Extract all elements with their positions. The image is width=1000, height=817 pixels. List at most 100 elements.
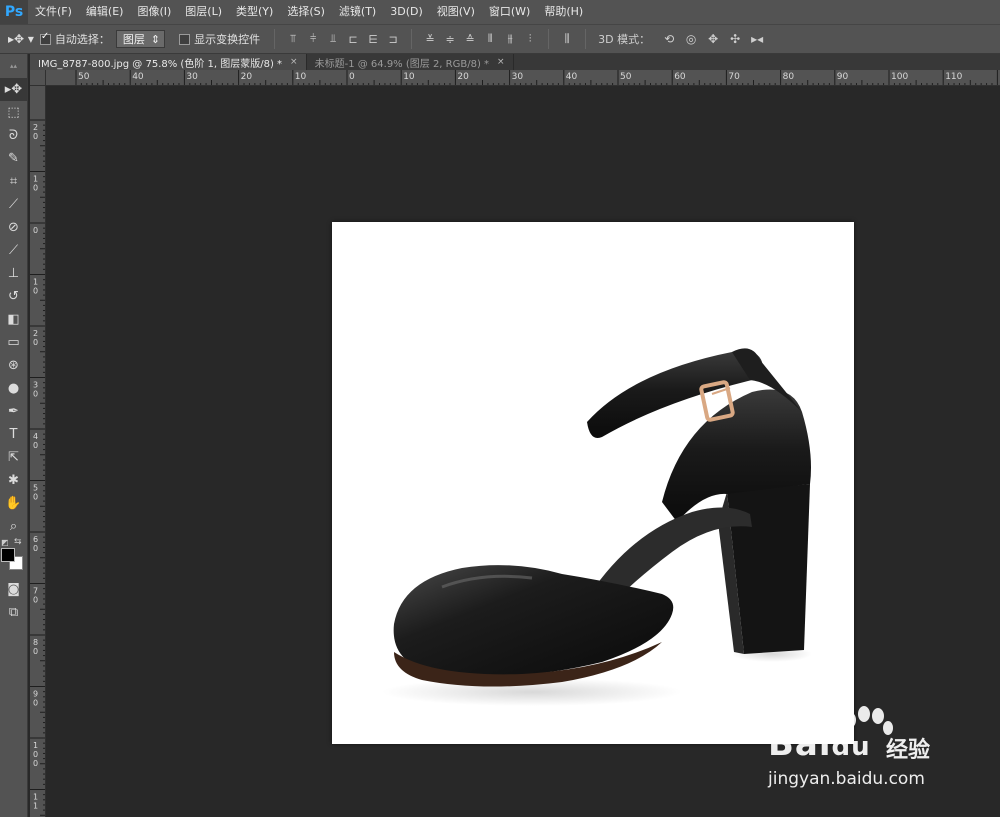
- show-transform-checkbox[interactable]: 显示变换控件: [179, 31, 260, 47]
- ruler-label: 0: [33, 493, 38, 502]
- ruler-label: 100: [891, 72, 908, 82]
- auto-select-target-value: 图层: [122, 33, 145, 46]
- separator: [274, 29, 276, 49]
- ruler-label: 20: [457, 72, 469, 82]
- ruler-label: 9: [33, 690, 38, 699]
- history-brush-icon[interactable]: ↺: [0, 285, 27, 308]
- distribute-top-edges-icon[interactable]: ≚: [421, 30, 439, 48]
- tool-preset-picker[interactable]: ▸✥ ▾: [8, 32, 34, 46]
- watermark-url: jingyan.baidu.com: [768, 769, 925, 789]
- default-colors-icon[interactable]: ◩: [1, 538, 9, 547]
- ruler-label: 1: [33, 278, 38, 287]
- align-right-edges-icon[interactable]: ⊐: [384, 30, 402, 48]
- menu-file[interactable]: 文件(F): [28, 0, 79, 24]
- distribute-left-edges-icon[interactable]: ⫴: [481, 30, 499, 48]
- ruler-label: 0: [33, 132, 38, 141]
- brush-tool-icon[interactable]: ⟋: [0, 239, 27, 262]
- distribute-horizontal-centers-icon[interactable]: ⫵: [501, 30, 519, 48]
- photoshop-logo[interactable]: Ps: [0, 0, 28, 24]
- ruler-label: 1: [33, 802, 38, 811]
- screen-mode-icon[interactable]: ⧉: [0, 601, 27, 624]
- 3d-scale-icon[interactable]: ▸◂: [746, 29, 768, 49]
- spot-healing-brush-icon[interactable]: ⊘: [0, 216, 27, 239]
- custom-shape-tool-icon[interactable]: ✱: [0, 469, 27, 492]
- ruler-label: 3: [33, 381, 38, 390]
- align-bottom-edges-icon[interactable]: ⫫: [324, 30, 342, 48]
- ruler-label: 110: [945, 72, 962, 82]
- crop-tool-icon[interactable]: ⌗: [0, 170, 27, 193]
- auto-select-label: 自动选择：: [54, 33, 110, 46]
- distribute-vertical-centers-icon[interactable]: ≑: [441, 30, 459, 48]
- distribute-bottom-edges-icon[interactable]: ≙: [461, 30, 479, 48]
- horizontal-ruler-ticks: 50403020100102030405060708090100110120: [75, 70, 1000, 85]
- vertical-ruler[interactable]: 2010010203040506070809010011: [30, 86, 46, 817]
- ruler-label: 0: [33, 759, 38, 768]
- panel-grip-icon[interactable]: ▴▴: [0, 54, 27, 78]
- tab-label: 未标题-1 @ 64.9% (图层 2, RGB/8) *: [314, 58, 490, 70]
- ruler-label: 0: [33, 647, 38, 656]
- gradient-tool-icon[interactable]: ▭: [0, 331, 27, 354]
- menu-help[interactable]: 帮助(H): [537, 0, 590, 24]
- blur-tool-icon[interactable]: ⊛: [0, 354, 27, 377]
- hand-tool-icon[interactable]: ✋: [0, 492, 27, 515]
- dodge-tool-icon[interactable]: ●: [0, 377, 27, 400]
- separator: [548, 29, 550, 49]
- close-icon[interactable]: ×: [290, 57, 298, 67]
- quick-selection-tool-icon[interactable]: ✎: [0, 147, 27, 170]
- show-transform-label: 显示变换控件: [194, 33, 261, 46]
- document-canvas[interactable]: [332, 222, 854, 744]
- document-tab-img8787[interactable]: IMG_8787-800.jpg @ 75.8% (色阶 1, 图层蒙版/8) …: [30, 54, 307, 70]
- type-tool-icon[interactable]: T: [0, 423, 27, 446]
- eraser-tool-icon[interactable]: ◧: [0, 308, 27, 331]
- menu-select[interactable]: 选择(S): [280, 0, 332, 24]
- rectangular-marquee-tool-icon[interactable]: ⬚: [0, 101, 27, 124]
- 3d-roll-icon[interactable]: ◎: [680, 29, 702, 49]
- menu-edit[interactable]: 编辑(E): [79, 0, 131, 24]
- show-transform-check-icon[interactable]: [179, 33, 191, 45]
- align-vertical-centers-icon[interactable]: ⫩: [304, 30, 322, 48]
- menu-view[interactable]: 视图(V): [430, 0, 482, 24]
- ruler-label: 0: [33, 287, 38, 296]
- auto-select-checkbox[interactable]: 自动选择：: [39, 31, 110, 47]
- menu-3d[interactable]: 3D(D): [383, 0, 430, 24]
- menu-type[interactable]: 类型(Y): [229, 0, 280, 24]
- ruler-label: 0: [33, 226, 38, 235]
- eyedropper-tool-icon[interactable]: ⟋: [0, 193, 27, 216]
- 3d-drag-icon[interactable]: ✥: [702, 29, 724, 49]
- auto-select-target-dropdown[interactable]: 图层 ⇕: [115, 30, 166, 48]
- lasso-tool-icon[interactable]: ᘐ: [0, 124, 27, 147]
- menu-layer[interactable]: 图层(L): [178, 0, 229, 24]
- pen-tool-icon[interactable]: ✒: [0, 400, 27, 423]
- 3d-slide-icon[interactable]: ✣: [724, 29, 746, 49]
- quick-mask-icon[interactable]: ◙: [0, 578, 27, 601]
- align-horizontal-centers-icon[interactable]: ⋿: [364, 30, 382, 48]
- close-icon[interactable]: ×: [497, 57, 505, 67]
- move-tool-icon[interactable]: ▸✥: [0, 78, 27, 101]
- ruler-origin[interactable]: [30, 70, 46, 86]
- 3d-orbit-icon[interactable]: ⟲: [658, 29, 680, 49]
- menu-filter[interactable]: 滤镜(T): [332, 0, 383, 24]
- menu-image[interactable]: 图像(I): [130, 0, 178, 24]
- ruler-label: 60: [674, 72, 686, 82]
- ruler-label: 50: [620, 72, 632, 82]
- align-top-edges-icon[interactable]: ⫪: [284, 30, 302, 48]
- ruler-label: 5: [33, 484, 38, 493]
- tab-label: IMG_8787-800.jpg @ 75.8% (色阶 1, 图层蒙版/8) …: [38, 58, 283, 70]
- watermark-brand-text: Bai: [768, 724, 832, 764]
- clone-stamp-tool-icon[interactable]: ⊥: [0, 262, 27, 285]
- zoom-tool-icon[interactable]: ⌕: [0, 515, 27, 538]
- swap-colors-icon[interactable]: ⇆: [14, 537, 22, 547]
- menu-bar: Ps 文件(F) 编辑(E) 图像(I) 图层(L) 类型(Y) 选择(S) 滤…: [0, 0, 1000, 24]
- watermark-subtitle: 经验: [886, 738, 931, 763]
- align-left-edges-icon[interactable]: ⊏: [344, 30, 362, 48]
- ruler-label: 10: [403, 72, 415, 82]
- menu-window[interactable]: 窗口(W): [482, 0, 537, 24]
- distribute-right-edges-icon[interactable]: ⫶: [521, 30, 539, 48]
- auto-align-layers-icon[interactable]: ⫼: [558, 30, 576, 48]
- document-tab-untitled[interactable]: 未标题-1 @ 64.9% (图层 2, RGB/8) * ×: [306, 54, 514, 70]
- auto-select-check-icon[interactable]: [39, 31, 51, 45]
- horizontal-ruler[interactable]: 50403020100102030405060708090100110120: [30, 70, 1000, 86]
- path-selection-tool-icon[interactable]: ⇱: [0, 446, 27, 469]
- foreground-color-swatch[interactable]: [1, 548, 15, 562]
- options-bar: ▸✥ ▾ 自动选择： 图层 ⇕ 显示变换控件 ⫪ ⫩ ⫫ ⊏ ⋿ ⊐ ≚ ≑ ≙…: [0, 24, 1000, 54]
